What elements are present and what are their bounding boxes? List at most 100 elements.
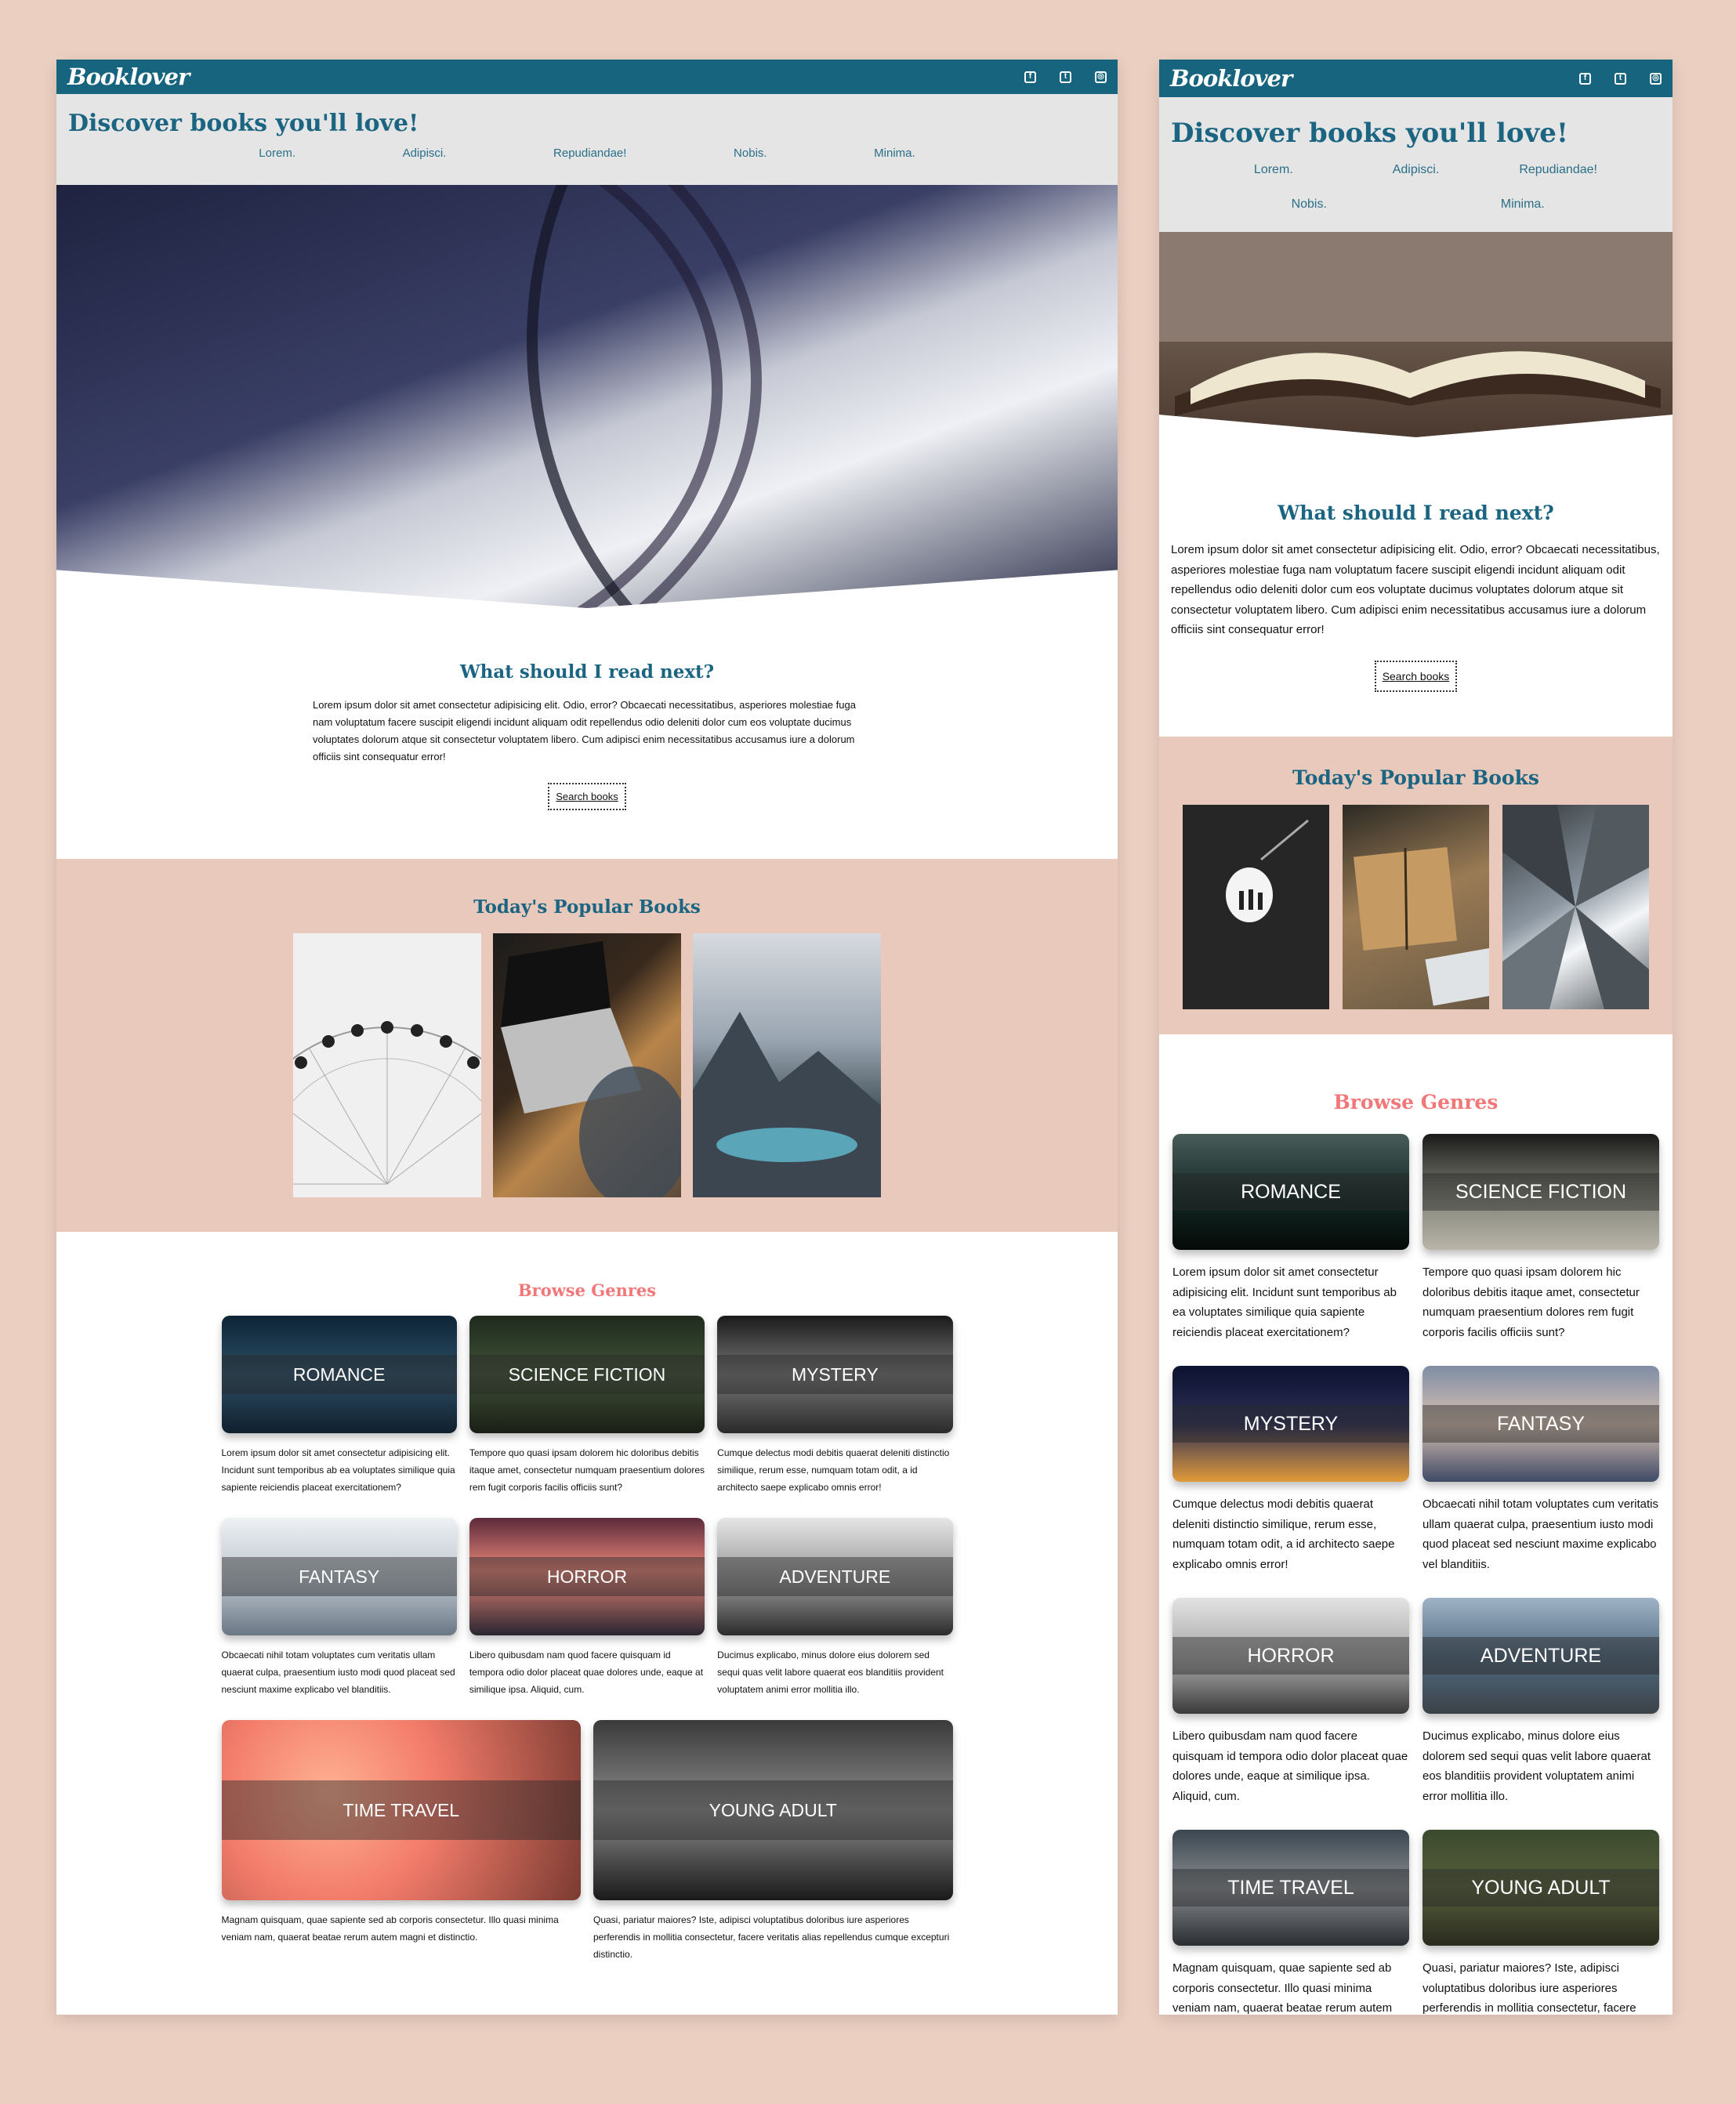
genre-description: Cumque delectus modi debitis quaerat del… — [1172, 1497, 1395, 1571]
nav-link[interactable]: Nobis. — [734, 147, 767, 160]
genre-label: Young Adult — [1471, 1876, 1611, 1899]
desktop-page: Booklover f t ◎ Discover books you'll lo… — [56, 60, 1118, 2015]
genre-description: Tempore quo quasi ipsam dolorem hic dolo… — [1423, 1266, 1640, 1339]
genre-description: Libero quibusdam nam quod facere quisqua… — [1172, 1729, 1408, 1803]
genre-card: Adventure Ducimus explicabo, minus dolor… — [1423, 1598, 1659, 1806]
genre-description: Libero quibusdam nam quod facere quisqua… — [469, 1650, 704, 1695]
genre-card: Mystery Cumque delectus modi debitis qua… — [1172, 1366, 1409, 1574]
instagram-icon[interactable]: ◎ — [1095, 71, 1107, 83]
genre-tile-young-adult[interactable]: Young Adult — [1423, 1830, 1659, 1946]
site-header: Discover books you'll love! Lorem. Adipi… — [1159, 97, 1673, 232]
genre-card: Fantasy Obcaecati nihil totam voluptates… — [1423, 1366, 1659, 1574]
nav-link[interactable]: Lorem. — [1203, 163, 1344, 177]
mobile-page: Booklover f t ◎ Discover books you'll lo… — [1159, 60, 1673, 2015]
genre-label: Romance — [1241, 1180, 1341, 1203]
genre-tile-fantasy[interactable]: Fantasy — [221, 1518, 457, 1635]
genre-label: Fantasy — [299, 1566, 380, 1587]
genre-label: Adventure — [779, 1566, 891, 1587]
genre-tile-time-travel[interactable]: Time Travel — [221, 1720, 581, 1900]
search-books-button[interactable]: Search books — [548, 783, 626, 810]
genre-description: Quasi, pariatur maiores? Iste, adipisci … — [1423, 1961, 1636, 2015]
intro-title: What should I read next? — [1278, 502, 1554, 524]
site-header: Discover books you'll love! Lorem. Adipi… — [56, 94, 1118, 185]
genre-label: Time Travel — [1227, 1876, 1354, 1899]
genre-card: Young Adult Quasi, pariatur maiores? Ist… — [1423, 1830, 1659, 2015]
nav-link[interactable]: Nobis. — [1223, 197, 1394, 212]
nav-link[interactable]: Lorem. — [259, 147, 295, 160]
nav-link[interactable]: Minima. — [1437, 197, 1608, 212]
book-cover[interactable] — [293, 933, 481, 1197]
social-links: f t ◎ — [1024, 71, 1107, 83]
top-bar: Booklover f t ◎ — [56, 60, 1118, 94]
genre-label: Horror — [546, 1566, 628, 1587]
genre-card: Romance Lorem ipsum dolor sit amet conse… — [221, 1316, 457, 1496]
book-cover[interactable] — [493, 933, 681, 1197]
genre-description: Lorem ipsum dolor sit amet consectetur a… — [1172, 1266, 1397, 1339]
book-cover[interactable] — [1343, 805, 1489, 1009]
genre-tile-adventure[interactable]: Adventure — [1423, 1598, 1659, 1714]
hero-image — [1159, 232, 1673, 437]
nav-link[interactable]: Adipisci. — [403, 147, 447, 160]
genre-tile-fantasy[interactable]: Fantasy — [1423, 1366, 1659, 1482]
genre-card: Time Travel Magnam quisquam, quae sapien… — [221, 1720, 581, 1963]
genre-tile-horror[interactable]: Horror — [469, 1518, 705, 1635]
genre-label: Science Fiction — [508, 1363, 666, 1385]
facebook-icon[interactable]: f — [1024, 71, 1036, 83]
genre-tile-horror[interactable]: Horror — [1172, 1598, 1409, 1714]
genre-tile-time-travel[interactable]: Time Travel — [1172, 1830, 1409, 1946]
book-cover[interactable] — [693, 933, 881, 1197]
intro-text: Lorem ipsum dolor sit amet consectetur a… — [1171, 543, 1660, 636]
tagline: Discover books you'll love! — [1171, 118, 1568, 149]
genre-label: Horror — [1247, 1644, 1335, 1667]
instagram-icon[interactable]: ◎ — [1650, 72, 1662, 85]
genre-card: Science Fiction Tempore quo quasi ipsam … — [1423, 1134, 1659, 1342]
nav-link[interactable]: Adipisci. — [1346, 163, 1487, 177]
intro-section: What should I read next? Lorem ipsum dol… — [1159, 437, 1673, 737]
browse-genres-title: Browse Genres — [1333, 1091, 1499, 1114]
twitter-icon[interactable]: t — [1615, 72, 1626, 85]
popular-books-section: Today's Popular Books — [1159, 737, 1673, 1034]
genre-card: Young Adult Quasi, pariatur maiores? Ist… — [593, 1720, 953, 1963]
hero-image — [56, 185, 1118, 608]
genre-grid: Romance Lorem ipsum dolor sit amet conse… — [1172, 1134, 1659, 2015]
genre-card: Horror Libero quibusdam nam quod facere … — [1172, 1598, 1409, 1806]
popular-title: Today's Popular Books — [1292, 766, 1539, 789]
genre-card: Horror Libero quibusdam nam quod facere … — [469, 1518, 705, 1698]
logo[interactable]: Booklover — [1170, 65, 1292, 92]
book-cover[interactable] — [1183, 805, 1329, 1009]
genre-description: Magnam quisquam, quae sapiente sed ab co… — [221, 1914, 559, 1943]
nav-link[interactable]: Repudiandae! — [553, 147, 626, 160]
genre-tile-mystery[interactable]: Mystery — [1172, 1366, 1409, 1482]
intro-title: What should I read next? — [459, 661, 715, 683]
genre-label: Fantasy — [1496, 1412, 1586, 1435]
popular-books-section: Today's Popular Books — [56, 859, 1118, 1232]
genre-label: Adventure — [1480, 1644, 1602, 1667]
genre-card: Adventure Ducimus explicabo, minus dolor… — [717, 1518, 953, 1698]
genre-card: Time Travel Magnam quisquam, quae sapien… — [1172, 1830, 1409, 2015]
genre-tile-science-fiction[interactable]: Science Fiction — [1423, 1134, 1659, 1250]
book-covers — [1159, 805, 1673, 1009]
genre-tile-adventure[interactable]: Adventure — [717, 1518, 953, 1635]
genre-tile-young-adult[interactable]: Young Adult — [593, 1720, 953, 1900]
genre-description: Tempore quo quasi ipsam dolorem hic dolo… — [469, 1447, 705, 1493]
genre-grid: Romance Lorem ipsum dolor sit amet conse… — [221, 1316, 953, 1963]
genre-tile-science-fiction[interactable]: Science Fiction — [469, 1316, 705, 1433]
genre-description: Ducimus explicabo, minus dolore eius dol… — [717, 1650, 944, 1695]
social-links: f t ◎ — [1579, 72, 1662, 85]
logo[interactable]: Booklover — [67, 63, 190, 90]
genre-description: Quasi, pariatur maiores? Iste, adipisci … — [593, 1914, 950, 1960]
intro-section: What should I read next? Lorem ipsum dol… — [56, 608, 1118, 859]
facebook-icon[interactable]: f — [1579, 72, 1591, 85]
nav-link[interactable]: Repudiandae! — [1488, 163, 1629, 177]
genre-tile-mystery[interactable]: Mystery — [717, 1316, 953, 1433]
book-covers — [56, 933, 1118, 1197]
book-cover[interactable] — [1502, 805, 1649, 1009]
genre-card: Romance Lorem ipsum dolor sit amet conse… — [1172, 1134, 1409, 1342]
twitter-icon[interactable]: t — [1060, 71, 1071, 83]
search-books-button[interactable]: Search books — [1374, 660, 1458, 692]
genre-tile-romance[interactable]: Romance — [1172, 1134, 1409, 1250]
genre-label: Science Fiction — [1455, 1180, 1627, 1203]
genre-tile-romance[interactable]: Romance — [221, 1316, 457, 1433]
nav-link[interactable]: Minima. — [874, 147, 915, 160]
tagline: Discover books you'll love! — [68, 110, 419, 137]
